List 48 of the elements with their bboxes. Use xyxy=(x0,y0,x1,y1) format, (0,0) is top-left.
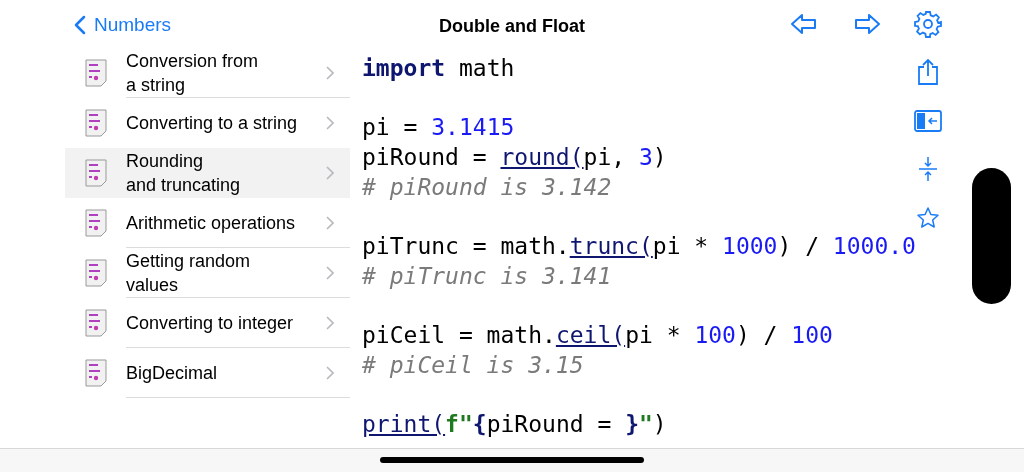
chevron-left-icon xyxy=(74,15,86,36)
item-label: Converting to integer xyxy=(126,311,295,335)
chevron-right-icon xyxy=(326,265,334,280)
item-label: Getting random values xyxy=(126,249,252,297)
code-line: piCeil = math.ceil(pi * 100) / 100 xyxy=(362,321,833,351)
sidebar-item[interactable]: Getting random values xyxy=(65,248,350,298)
chevron-right-icon xyxy=(326,215,334,230)
code-file-icon xyxy=(84,259,108,287)
scroll-handle[interactable] xyxy=(972,168,1011,304)
code-line: # piRound is 3.142 xyxy=(362,172,612,202)
sidebar-item[interactable]: Arithmetic operations xyxy=(65,198,350,248)
item-label: Rounding and truncating xyxy=(126,150,242,197)
collapse-icon[interactable] xyxy=(917,156,939,182)
sidebar-item[interactable]: Converting to a string xyxy=(65,98,350,148)
chevron-right-icon xyxy=(326,65,334,80)
back-arrow-icon[interactable] xyxy=(790,12,818,36)
chevron-right-icon xyxy=(326,166,334,180)
panel-icon[interactable] xyxy=(914,110,942,132)
code-file-icon xyxy=(84,109,108,137)
code-file-icon xyxy=(84,359,108,387)
chevron-right-icon xyxy=(326,116,334,130)
code-file-icon xyxy=(84,159,108,187)
sidebar-item[interactable]: Conversion from a string xyxy=(65,48,350,98)
settings-icon[interactable] xyxy=(914,10,942,38)
code-file-icon xyxy=(84,309,108,337)
sidebar-item[interactable]: Rounding and truncating xyxy=(65,148,350,198)
code-line: piRound = round(pi, 3) xyxy=(362,143,667,173)
star-icon[interactable] xyxy=(916,206,940,230)
code-file-icon xyxy=(84,209,108,237)
back-button[interactable]: Numbers xyxy=(74,11,172,40)
screen-title: Double and Float xyxy=(439,15,585,38)
item-label: Conversion from a string xyxy=(126,49,260,97)
code-line: import math xyxy=(362,54,515,83)
code-line: pi = 3.1415 xyxy=(362,113,515,143)
forward-arrow-icon[interactable] xyxy=(853,12,881,36)
code-line: piTrunc = math.trunc(pi * 1000) / 1000.0 xyxy=(362,232,916,262)
sidebar-item[interactable]: BigDecimal xyxy=(65,348,350,398)
item-label: Arithmetic operations xyxy=(126,211,297,235)
item-label: Converting to a string xyxy=(126,112,299,135)
code-file-icon xyxy=(84,59,108,87)
share-icon[interactable] xyxy=(916,58,940,86)
chevron-right-icon xyxy=(326,365,334,380)
code-line: # piTrunc is 3.141 xyxy=(362,261,612,291)
code-line: # piCeil is 3.15 xyxy=(362,350,584,380)
code-line: print(f"{piRound = }") xyxy=(362,410,667,440)
item-label: BigDecimal xyxy=(126,361,219,385)
chevron-right-icon xyxy=(326,315,334,330)
sidebar-item[interactable]: Converting to integer xyxy=(65,298,350,348)
